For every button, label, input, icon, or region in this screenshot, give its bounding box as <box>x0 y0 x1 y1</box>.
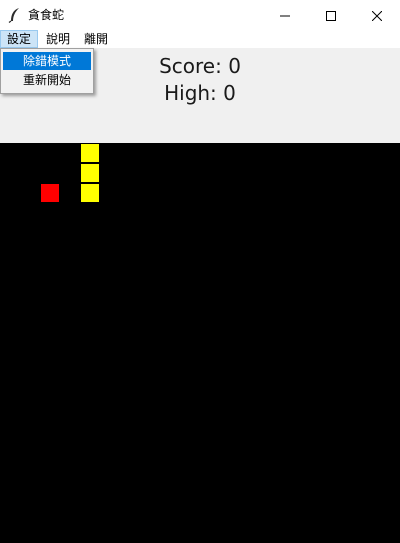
snake-segment <box>81 184 99 202</box>
snake-segment <box>81 164 99 182</box>
game-board <box>0 143 400 543</box>
maximize-icon <box>326 6 336 25</box>
close-button[interactable] <box>354 0 400 30</box>
food-pellet <box>41 184 59 202</box>
settings-dropdown: 除錯模式 重新開始 <box>0 48 94 94</box>
menu-item-debug-mode[interactable]: 除錯模式 <box>3 52 91 70</box>
maximize-button[interactable] <box>308 0 354 30</box>
title-bar: 貪食蛇 <box>0 0 400 30</box>
minimize-icon <box>280 6 290 25</box>
close-icon <box>371 6 383 25</box>
snake-segment <box>81 144 99 162</box>
menu-help[interactable]: 說明 <box>40 30 76 48</box>
menu-item-restart[interactable]: 重新開始 <box>3 71 91 89</box>
menu-exit[interactable]: 離開 <box>78 30 114 48</box>
minimize-button[interactable] <box>262 0 308 30</box>
menu-bar: 設定 說明 離開 <box>0 30 400 48</box>
window-title: 貪食蛇 <box>28 8 65 22</box>
menu-settings[interactable]: 設定 <box>0 30 39 48</box>
feather-icon <box>8 7 22 23</box>
